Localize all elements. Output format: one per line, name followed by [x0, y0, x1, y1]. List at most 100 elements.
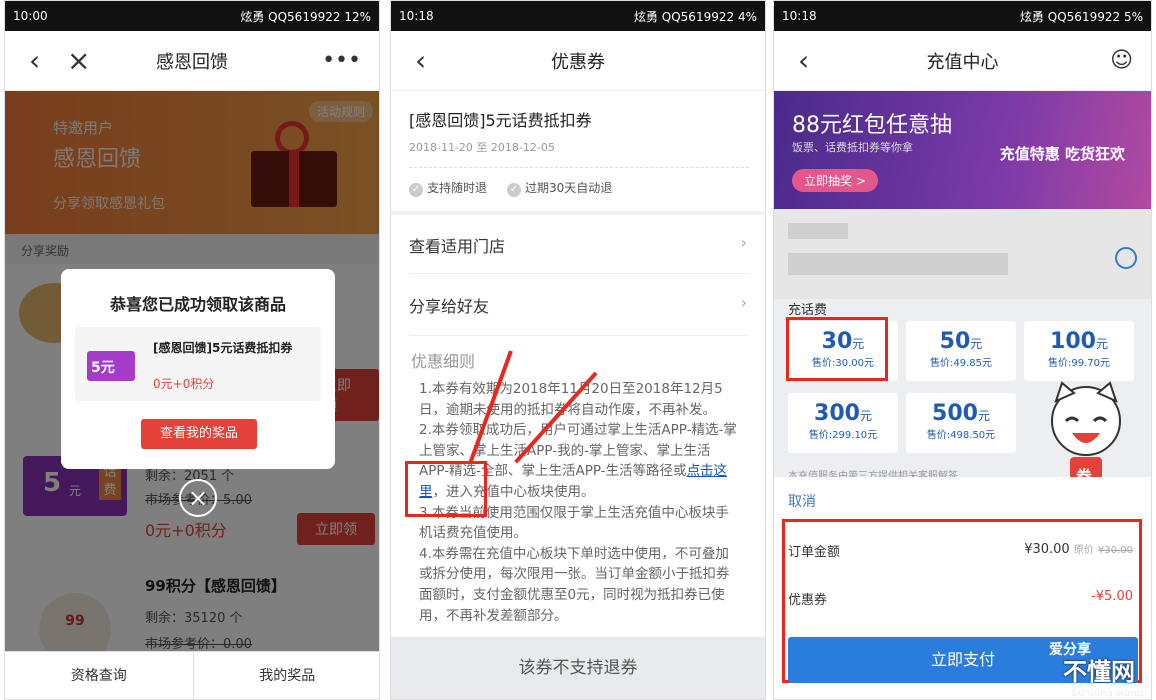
- view-prizes-button[interactable]: 查看我的奖品: [141, 419, 257, 449]
- my-prizes-tab[interactable]: 我的奖品: [194, 652, 380, 699]
- detail-p1: 1.本券有效期为2018年11月20日至2018年12月5日，逾期未使用的抵扣券…: [419, 381, 723, 418]
- panel-coupon: 10:18 炫勇 QQ5619922 4% ‹ 优惠券 [感恩回馈]5元话费抵扣…: [390, 0, 766, 700]
- unit: 元: [977, 409, 990, 423]
- status-time: 10:18: [399, 9, 434, 23]
- nav-bar: ‹ × 感恩回馈 •••: [5, 31, 379, 91]
- amount: 300: [814, 401, 860, 426]
- highlight-box: [786, 317, 888, 381]
- order-amount-row: 订单金额 ¥30.00 原价 ¥30.00: [788, 541, 1133, 560]
- modal-coupon-card: 5元 [感恩回馈]5元话费抵扣券 0元+0积分: [75, 327, 321, 401]
- status-bar: 10:18 炫勇 QQ5619922 4%: [391, 1, 765, 31]
- panel-gratitude: 10:00 炫勇 QQ5619922 12% ‹ × 感恩回馈 ••• 特邀用户…: [4, 0, 380, 700]
- check-icon: ✓: [507, 183, 521, 197]
- tile-amount: 500元: [906, 401, 1016, 426]
- account: QQ5619922: [661, 9, 735, 24]
- divider: [409, 167, 749, 168]
- battery: 5%: [1123, 9, 1143, 24]
- tile-50[interactable]: 50元售价:49.85元: [906, 321, 1016, 381]
- back-icon[interactable]: ‹: [415, 44, 426, 77]
- watermark-pinyin: bu dong wang: [1071, 688, 1143, 699]
- carrier: 炫勇: [1019, 9, 1044, 24]
- contact-icon[interactable]: [1115, 247, 1137, 269]
- banner-headline: 88元红包任意抽: [792, 113, 952, 138]
- detail-title: 优惠细则: [411, 352, 476, 371]
- modal-coupon-price: 0元+0积分: [153, 377, 215, 391]
- order-value: ¥30.00 原价 ¥30.00: [1024, 541, 1133, 557]
- share-row[interactable]: 分享给好友 ›: [391, 275, 765, 335]
- blurred-phone: [788, 253, 1008, 275]
- nav-bar: ‹ 充值中心 ☺: [774, 31, 1151, 91]
- tile-sale: 售价:49.85元: [930, 358, 992, 369]
- amount: 500: [932, 401, 978, 426]
- modal-coupon-title: [感恩回馈]5元话费抵扣券: [153, 341, 293, 355]
- tile-500[interactable]: 500元售价:498.50元: [906, 393, 1016, 453]
- page-title: 优惠券: [551, 51, 605, 73]
- status-right: 炫勇 QQ5619922 12%: [240, 8, 371, 25]
- page-title: 感恩回馈: [156, 51, 228, 73]
- orig-label: 原价: [1073, 545, 1094, 556]
- no-refund-bar: 该券不支持退券: [391, 637, 765, 699]
- tag-refund-anytime: ✓ 支持随时退: [409, 179, 487, 197]
- battery: 4%: [737, 9, 757, 24]
- divider: [409, 335, 749, 336]
- unit: 元: [1095, 337, 1108, 351]
- battery: 12%: [344, 9, 371, 24]
- coupon-dates: 2018-11-20 至 2018-12-05: [409, 141, 555, 154]
- panel-recharge: 10:18 炫勇 QQ5619922 5% ‹ 充值中心 ☺ 88元红包任意抽 …: [773, 0, 1152, 700]
- watermark-tagline: 爱分享: [1049, 642, 1091, 658]
- tile-sale: 售价:99.70元: [1048, 358, 1110, 369]
- modal-heading: 恭喜您已成功领取该商品: [109, 295, 286, 314]
- coupon-row[interactable]: 优惠券 -¥5.00: [788, 589, 1133, 608]
- banner-sub: 饭票、话费抵扣券等你拿: [792, 141, 913, 154]
- tag-label: 过期30天自动退: [525, 181, 613, 195]
- tag-auto-refund: ✓ 过期30天自动退: [507, 179, 612, 197]
- check-icon: ✓: [409, 183, 423, 197]
- tile-sale: 售价:498.50元: [926, 430, 996, 441]
- more-icon[interactable]: •••: [322, 48, 361, 73]
- highlight-box: [405, 461, 487, 517]
- order-amount: ¥30.00: [1024, 542, 1070, 557]
- draw-button[interactable]: 立即抽奖 >: [792, 169, 878, 192]
- chevron-right-icon: ›: [740, 293, 747, 312]
- status-bar: 10:00 炫勇 QQ5619922 12%: [5, 1, 379, 31]
- mini-voucher-icon: 5元: [87, 351, 135, 381]
- account-area: [774, 209, 1151, 299]
- amount: 100: [1050, 329, 1096, 354]
- coupon-value: -¥5.00: [1091, 589, 1133, 604]
- tile-100[interactable]: 100元售价:99.70元: [1024, 321, 1134, 381]
- order-label: 订单金额: [788, 545, 841, 560]
- blurred-text: [788, 223, 848, 239]
- orig-price: ¥30.00: [1098, 545, 1133, 556]
- status-time: 10:18: [782, 9, 817, 23]
- tile-amount: 100元: [1024, 329, 1134, 354]
- status-bar: 10:18 炫勇 QQ5619922 5%: [774, 1, 1151, 31]
- unit: 元: [970, 337, 983, 351]
- close-icon[interactable]: ×: [67, 44, 90, 77]
- tile-amount: 300元: [788, 401, 898, 426]
- carrier: 炫勇: [633, 9, 658, 24]
- detail-p4: 4.本券需在充值中心板块下单时选中使用，不可叠加或拆分使用，每次限用一张。当订单…: [419, 545, 730, 624]
- status-right: 炫勇 QQ5619922 4%: [634, 8, 757, 25]
- section-title: 充话费: [788, 303, 828, 318]
- modal-close-icon[interactable]: ×: [179, 479, 217, 517]
- eligibility-query-tab[interactable]: 资格查询: [5, 652, 194, 699]
- success-modal: 恭喜您已成功领取该商品 5元 [感恩回馈]5元话费抵扣券 0元+0积分 查看我的…: [61, 269, 335, 469]
- banner-promo: 充值特惠 吃货狂欢: [999, 145, 1125, 163]
- divider: [409, 273, 749, 274]
- nav-bar: ‹ 优惠券: [391, 31, 765, 91]
- tile-300[interactable]: 300元售价:299.10元: [788, 393, 898, 453]
- lottery-banner[interactable]: 88元红包任意抽 饭票、话费抵扣券等你拿 立即抽奖 > 充值特惠 吃货狂欢: [774, 91, 1151, 209]
- row-label: 分享给好友: [409, 297, 490, 316]
- back-icon[interactable]: ‹: [29, 44, 40, 77]
- mascot-icon[interactable]: ☺: [1110, 48, 1133, 73]
- account: QQ5619922: [1047, 9, 1121, 24]
- cancel-button[interactable]: 取消: [788, 491, 816, 511]
- tag-label: 支持随时退: [427, 181, 488, 195]
- tile-sale: 售价:299.10元: [808, 430, 878, 441]
- view-stores-row[interactable]: 查看适用门店 ›: [391, 215, 765, 275]
- coupon-title: [感恩回馈]5元话费抵扣券: [409, 111, 592, 130]
- page-title: 充值中心: [926, 51, 999, 73]
- back-icon[interactable]: ‹: [798, 44, 809, 77]
- bottom-bar: 资格查询 我的奖品: [5, 651, 380, 699]
- amount: 50: [939, 329, 971, 354]
